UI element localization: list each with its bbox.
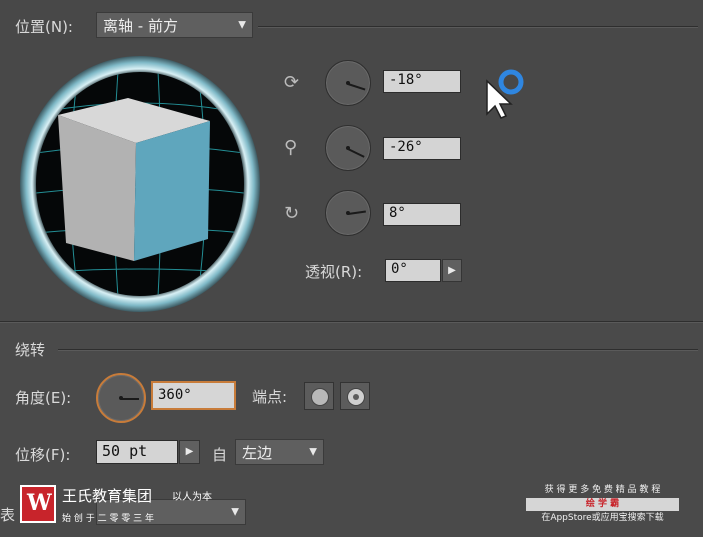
perspective-step-button[interactable]: ▶ xyxy=(442,259,462,282)
z-axis-value-input[interactable]: 8° xyxy=(383,203,461,226)
position-label: 位置(N): xyxy=(15,18,73,36)
brand-motto: 始 创 于 二 零 零 三 年 xyxy=(62,514,155,524)
section-divider xyxy=(0,321,703,323)
angle-value-input[interactable]: 360° xyxy=(151,381,236,410)
chevron-down-icon: ▼ xyxy=(231,506,239,518)
dial-needle xyxy=(347,83,366,91)
offset-value-input[interactable]: 50 pt xyxy=(96,440,178,464)
z-axis-rotate-icon: ↻ xyxy=(284,203,300,224)
watermark-brand: W 王氏教育集团 以人为本 始 创 于 二 零 零 三 年 xyxy=(20,485,230,530)
promo-app-name: 绘 学 霸 xyxy=(526,498,679,511)
dial-hub xyxy=(346,211,350,215)
y-axis-rotate-icon: ⚲ xyxy=(284,137,298,158)
position-preset-dropdown[interactable]: 离轴 - 前方 ▼ xyxy=(96,12,253,38)
offset-step-button[interactable]: ▶ xyxy=(179,440,200,464)
y-axis-value-input[interactable]: -26° xyxy=(383,137,461,160)
z-axis-dial[interactable] xyxy=(325,190,371,236)
from-dropdown[interactable]: 左边 ▼ xyxy=(235,439,324,465)
track-cube-preview[interactable] xyxy=(18,53,262,315)
chevron-down-icon: ▼ xyxy=(238,19,246,31)
cursor-arrow-icon xyxy=(486,79,513,119)
dial-needle xyxy=(347,148,365,158)
x-axis-dial[interactable] xyxy=(325,60,371,106)
mouse-cursor xyxy=(486,69,524,119)
surface-label: 表 xyxy=(0,506,16,524)
brand-slogan: 以人为本 xyxy=(172,492,212,503)
from-label: 自 xyxy=(212,446,228,464)
cap-off-button[interactable] xyxy=(340,382,370,410)
from-value: 左边 xyxy=(242,444,273,462)
watermark-promo: 获 得 更 多 免 费 精 品 教 程 绘 学 霸 在AppStore或应用宝搜… xyxy=(520,484,685,525)
angle-dial[interactable] xyxy=(96,373,146,423)
chevron-down-icon: ▼ xyxy=(309,446,317,458)
brand-logo-icon: W xyxy=(20,485,56,523)
cap-label: 端点: xyxy=(252,388,288,406)
dial-hub xyxy=(346,146,350,150)
promo-line-1: 获 得 更 多 免 费 精 品 教 程 xyxy=(544,485,661,495)
cap-on-button[interactable] xyxy=(304,382,334,410)
perspective-value-input[interactable]: 0° xyxy=(385,259,441,282)
brand-name: 王氏教育集团 xyxy=(62,487,153,505)
solid-cap-icon xyxy=(311,388,329,406)
dial-hub xyxy=(119,396,123,400)
dial-needle xyxy=(121,398,139,400)
x-axis-value-input[interactable]: -18° xyxy=(383,70,461,93)
dial-hub xyxy=(346,81,350,85)
perspective-label: 透视(R): xyxy=(305,263,363,281)
dial-needle xyxy=(347,210,366,215)
position-preset-value: 离轴 - 前方 xyxy=(103,17,178,35)
busy-ring-icon xyxy=(498,69,524,95)
cube-front-face xyxy=(134,121,210,261)
divider xyxy=(258,26,698,28)
angle-label: 角度(E): xyxy=(15,389,72,407)
offset-label: 位移(F): xyxy=(15,446,71,464)
y-axis-dial[interactable] xyxy=(325,125,371,171)
x-axis-rotate-icon: ⟳ xyxy=(284,72,300,93)
divider xyxy=(58,349,698,351)
hollow-cap-icon xyxy=(347,388,365,406)
revolve-section-title: 绕转 xyxy=(15,341,46,359)
promo-line-3: 在AppStore或应用宝搜索下载 xyxy=(541,513,664,523)
